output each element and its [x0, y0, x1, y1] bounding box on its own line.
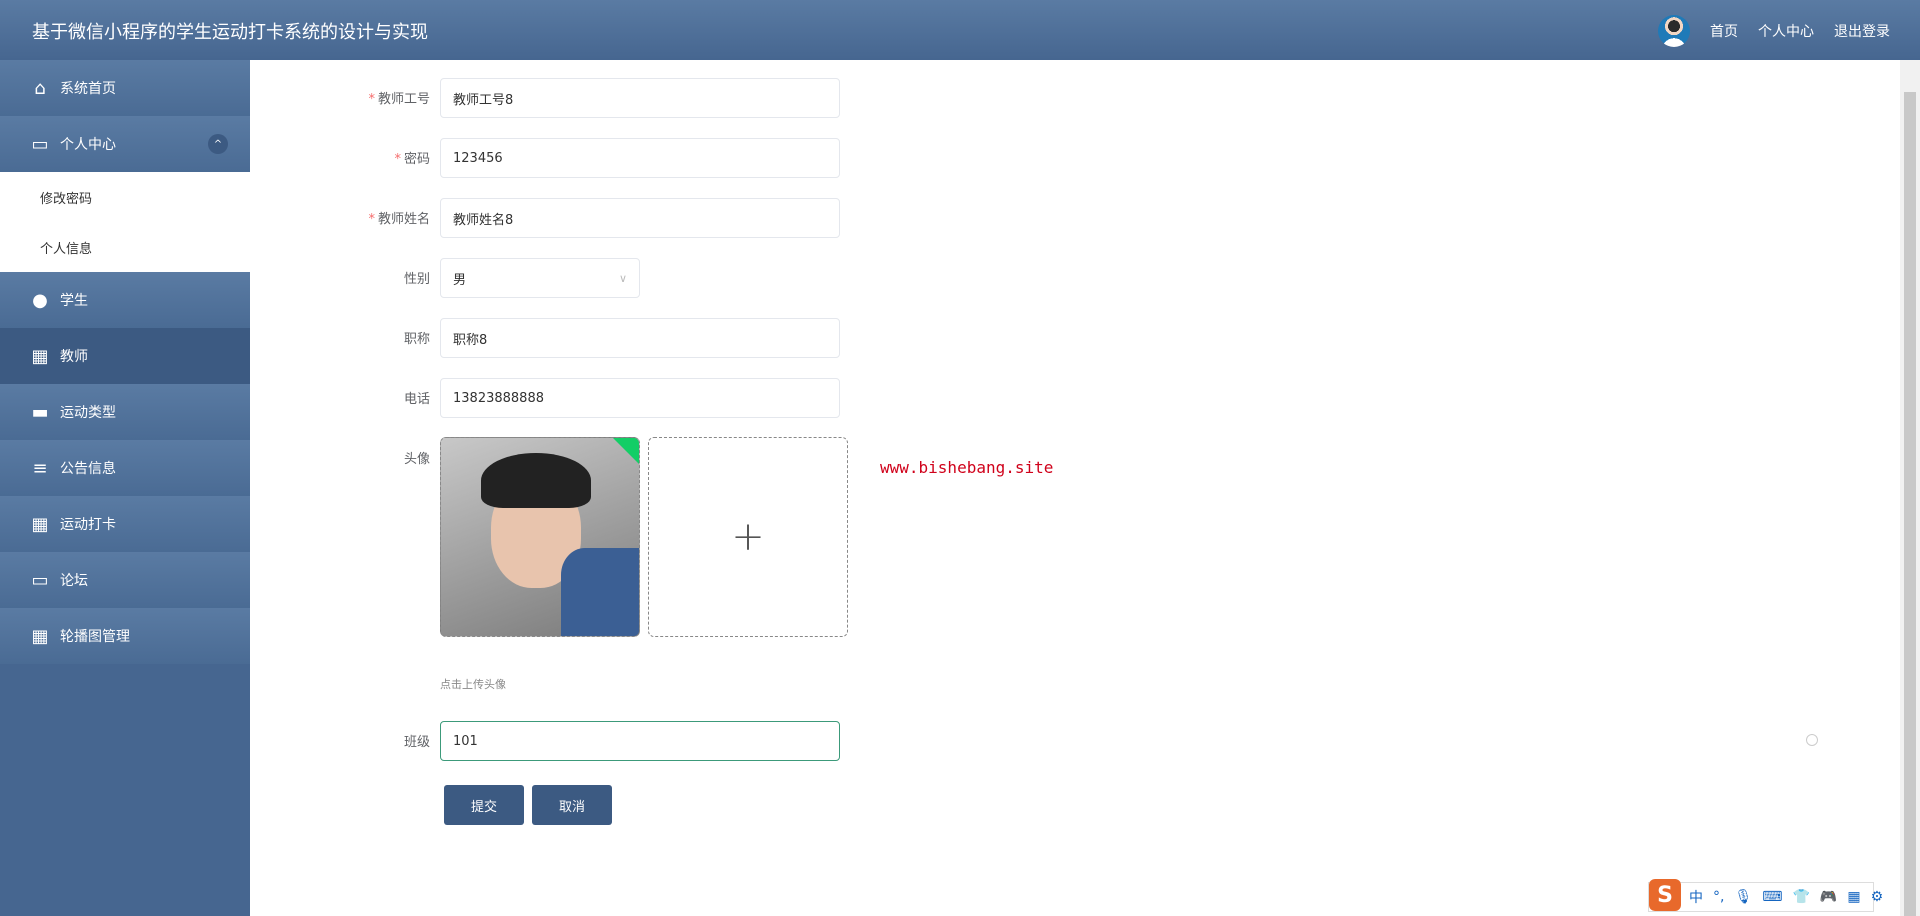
gender-label: 性别 [403, 272, 430, 287]
gender-select[interactable]: 男 ∨ [440, 258, 640, 298]
avatar-upload-hint: 点击上传头像 [440, 678, 506, 691]
circle-icon [1806, 734, 1818, 746]
app-title: 基于微信小程序的学生运动打卡系统的设计与实现 [32, 22, 428, 43]
sidebar-item-label: 论坛 [60, 573, 88, 589]
sidebar-item-home[interactable]: ⌂ 系统首页 [0, 60, 250, 116]
avatar-upload-button[interactable]: + [648, 437, 848, 637]
chevron-down-icon: ∨ [618, 271, 627, 285]
monitor-icon: ▭ [31, 569, 49, 591]
password-input[interactable]: 123456 [440, 138, 840, 178]
user-avatar[interactable] [1658, 15, 1690, 47]
ime-mode-button[interactable]: 中 [1689, 887, 1703, 907]
avatar-label: 头像 [403, 452, 430, 467]
teacher-name-input[interactable]: 教师姓名8 [440, 198, 840, 238]
teacher-id-input[interactable]: 教师工号8 [440, 78, 840, 118]
ime-toolbar[interactable]: S 中 °, 🎙 ⌨ 👕 🎮 ▦ ⚙ [1648, 879, 1883, 912]
nav-logout[interactable]: 退出登录 [1834, 21, 1890, 41]
phone-input[interactable]: 13823888888 [440, 378, 840, 418]
grid-icon: ▦ [31, 625, 49, 647]
password-label: * 密码 [394, 152, 430, 167]
sidebar-item-sport-type[interactable]: ▬ 运动类型 [0, 384, 250, 440]
skin-icon[interactable]: 👕 [1792, 889, 1809, 905]
sidebar-item-carousel[interactable]: ▦ 轮播图管理 [0, 608, 250, 664]
class-input[interactable]: 101 [440, 721, 840, 761]
plus-icon: + [731, 514, 765, 560]
keyboard-icon[interactable]: ⌨ [1762, 889, 1782, 905]
title-label: 职称 [403, 332, 430, 347]
gamepad-icon[interactable]: 🎮 [1820, 889, 1837, 905]
grid-icon: ▦ [31, 513, 49, 535]
sidebar-item-label: 个人中心 [60, 137, 116, 153]
sidebar-item-label: 公告信息 [60, 461, 116, 477]
sidebar: ⌂ 系统首页 ▭ 个人中心 ^ 修改密码 个人信息 ● 学生 ▦ 教师 ▬ 运动类型 ≡ 公告… [0, 60, 250, 916]
sidebar-subitem-personal-info[interactable]: 个人信息 [0, 222, 250, 272]
sidebar-item-profile[interactable]: ▭ 个人中心 ^ [0, 116, 250, 172]
phone-label: 电话 [403, 392, 430, 407]
nav-profile[interactable]: 个人中心 [1758, 21, 1814, 41]
sidebar-item-label: 学生 [60, 293, 88, 309]
sidebar-item-forum[interactable]: ▭ 论坛 [0, 552, 250, 608]
sidebar-subitem-change-password[interactable]: 修改密码 [0, 172, 250, 222]
watermark-text: www.bishebang.site [880, 458, 1054, 477]
cancel-button[interactable]: 取消 [532, 785, 612, 825]
submit-button[interactable]: 提交 [444, 785, 524, 825]
user-icon: ● [32, 289, 48, 311]
apps-icon[interactable]: ▦ [1847, 889, 1860, 905]
avatar-preview-image[interactable] [440, 437, 640, 637]
class-label: 班级 [403, 735, 430, 750]
title-input[interactable]: 职称8 [440, 318, 840, 358]
sogou-logo-icon: S [1649, 879, 1681, 911]
chevron-up-icon[interactable]: ^ [208, 134, 228, 154]
sidebar-item-checkin[interactable]: ▦ 运动打卡 [0, 496, 250, 552]
gender-value: 男 [453, 272, 467, 288]
scrollbar-thumb[interactable] [1904, 92, 1916, 916]
settings-icon[interactable]: ⚙ [1871, 889, 1884, 905]
sidebar-item-notice[interactable]: ≡ 公告信息 [0, 440, 250, 496]
sidebar-item-label: 轮播图管理 [60, 629, 130, 645]
sliders-icon: ≡ [32, 457, 48, 479]
sidebar-item-teacher[interactable]: ▦ 教师 [0, 328, 250, 384]
sidebar-item-label: 教师 [60, 349, 88, 365]
home-icon: ⌂ [34, 77, 46, 99]
teacher-name-label: * 教师姓名 [368, 212, 430, 227]
sidebar-item-label: 系统首页 [60, 81, 116, 97]
top-header: 基于微信小程序的学生运动打卡系统的设计与实现 首页 个人中心 退出登录 [0, 0, 1920, 60]
teacher-id-label: * 教师工号 [368, 92, 430, 107]
ticket-icon: ▬ [31, 401, 49, 423]
card-icon: ▭ [31, 133, 49, 155]
nav-home[interactable]: 首页 [1710, 21, 1738, 41]
sidebar-item-label: 运动类型 [60, 405, 116, 421]
microphone-icon[interactable]: 🎙 [1734, 889, 1752, 905]
grid-icon: ▦ [31, 345, 49, 367]
ime-punct-button[interactable]: °, [1713, 889, 1724, 905]
sidebar-item-label: 运动打卡 [60, 517, 116, 533]
scrollbar[interactable] [1900, 60, 1920, 916]
sidebar-item-student[interactable]: ● 学生 [0, 272, 250, 328]
